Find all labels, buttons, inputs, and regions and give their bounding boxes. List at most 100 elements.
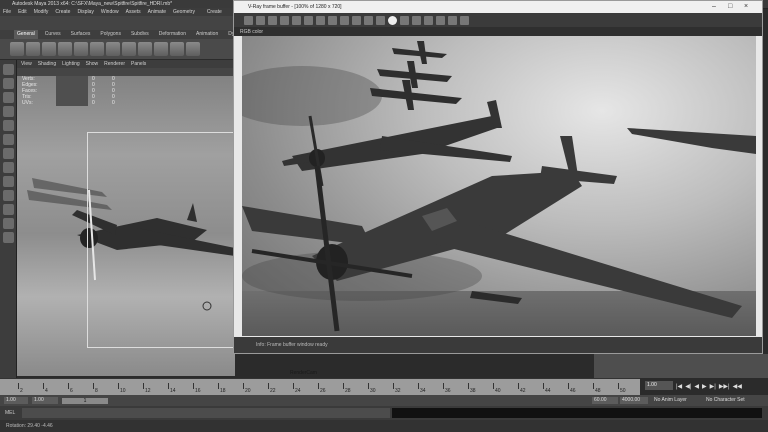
go-to-end-icon[interactable]: ▶▶| — [719, 383, 730, 390]
lasso-tool-icon[interactable] — [2, 78, 14, 89]
range-slider-handle[interactable]: 1 — [62, 398, 108, 404]
vp-menu-panels[interactable]: Panels — [131, 60, 146, 68]
channel-box-panel[interactable] — [594, 354, 768, 378]
rotate-tool-icon[interactable] — [2, 120, 14, 131]
step-back-key-icon[interactable]: ◀| — [685, 383, 691, 390]
minimize-icon[interactable]: – — [712, 3, 716, 10]
vp-menu-shading[interactable]: Shading — [38, 60, 56, 68]
red-channel-icon[interactable] — [244, 15, 253, 25]
blue-channel-icon[interactable] — [268, 15, 277, 25]
timeline-tick-label: 2 — [20, 388, 23, 394]
paint-select-icon[interactable] — [2, 92, 14, 103]
shelf-tab-surfaces[interactable]: Surfaces — [68, 30, 94, 39]
shelf-tab-deformation[interactable]: Deformation — [156, 30, 189, 39]
mel-label[interactable]: MEL — [5, 410, 15, 416]
load-image-icon[interactable] — [316, 15, 325, 25]
shelf-tool-icon[interactable] — [106, 42, 120, 56]
character-set-label[interactable]: No Character Set — [704, 397, 766, 404]
shelf-tool-icon[interactable] — [26, 42, 40, 56]
close-icon[interactable]: × — [744, 3, 748, 10]
shelf-tool-icon[interactable] — [42, 42, 56, 56]
shelf-tab-general[interactable]: General — [14, 30, 38, 39]
range-slider-bar: 1.00 1.00 60.00 4000.00 No Anim Layer No… — [0, 395, 768, 406]
timeline-tick-label: 8 — [95, 388, 98, 394]
shelf-tab-animation[interactable]: Animation — [193, 30, 221, 39]
timeline-tick — [593, 383, 594, 389]
range-end-field[interactable]: 4000.00 — [620, 397, 648, 404]
shelf-tool-icon[interactable] — [90, 42, 104, 56]
timeline-tick-label: 4 — [45, 388, 48, 394]
shelf-tool-icon[interactable] — [58, 42, 72, 56]
shelf-tool-icon[interactable] — [10, 42, 24, 56]
timeline-tick-label: 6 — [70, 388, 73, 394]
vp-menu-renderer[interactable]: Renderer — [104, 60, 125, 68]
viewport-toolbar[interactable] — [17, 68, 235, 76]
alpha-channel-icon[interactable] — [280, 15, 289, 25]
play-forwards-icon[interactable]: ▶ — [702, 383, 707, 390]
menu-geometry-cache[interactable]: Geometry Cache — [173, 8, 200, 23]
history-icon[interactable] — [448, 15, 457, 25]
menu-display[interactable]: Display — [77, 8, 93, 16]
shelf-tool-icon[interactable] — [122, 42, 136, 56]
green-channel-icon[interactable] — [256, 15, 265, 25]
rendered-image[interactable] — [242, 36, 756, 336]
step-back-frame-icon[interactable]: ◀◀ — [733, 383, 742, 390]
current-frame-field[interactable]: 1.00 — [645, 381, 673, 390]
play-backwards-icon[interactable]: ◀ — [694, 383, 699, 390]
menu-create[interactable]: Create — [55, 8, 70, 16]
menu-create-deformers[interactable]: Create Deformers — [207, 8, 235, 23]
vp-menu-view[interactable]: View — [21, 60, 32, 68]
render-icon[interactable] — [388, 15, 397, 25]
menu-file[interactable]: File — [3, 8, 11, 16]
command-input[interactable] — [22, 408, 390, 418]
linked-icon[interactable] — [376, 15, 385, 25]
menu-animate[interactable]: Animate — [148, 8, 166, 16]
menu-edit[interactable]: Edit — [18, 8, 27, 16]
shelf-tool-icon[interactable] — [154, 42, 168, 56]
manipulator-icon[interactable] — [2, 148, 14, 159]
clear-image-icon[interactable] — [328, 15, 337, 25]
maximize-icon[interactable]: □ — [728, 3, 732, 10]
menu-assets[interactable]: Assets — [126, 8, 141, 16]
range-inner-end-field[interactable]: 60.00 — [592, 397, 618, 404]
menu-window[interactable]: Window — [101, 8, 119, 16]
layout-outliner-icon[interactable] — [2, 204, 14, 215]
shelf-tab-curves[interactable]: Curves — [42, 30, 64, 39]
settings-icon[interactable] — [460, 15, 469, 25]
layout-single-icon[interactable] — [2, 176, 14, 187]
menu-modify[interactable]: Modify — [34, 8, 49, 16]
vp-menu-show[interactable]: Show — [86, 60, 99, 68]
time-slider[interactable]: 2 4 6 8 10 12 14 16 18 20 22 24 26 28 30… — [0, 378, 640, 396]
vp-menu-lighting[interactable]: Lighting — [62, 60, 80, 68]
last-tool-icon[interactable] — [2, 162, 14, 173]
lut-icon[interactable] — [424, 15, 433, 25]
shelf-tool-icon[interactable] — [138, 42, 152, 56]
anim-layer-label[interactable]: No Anim Layer — [652, 397, 702, 404]
shelf-tool-icon[interactable] — [170, 42, 184, 56]
save-image-icon[interactable] — [304, 15, 313, 25]
track-mouse-icon[interactable] — [352, 15, 361, 25]
channel-selector[interactable]: RGB color — [234, 27, 762, 36]
select-tool-icon[interactable] — [2, 64, 14, 75]
mono-icon[interactable] — [292, 15, 301, 25]
shelf-tool-icon[interactable] — [186, 42, 200, 56]
duplicate-icon[interactable] — [340, 15, 349, 25]
exposure-icon[interactable] — [412, 15, 421, 25]
shelf-tool-icon[interactable] — [74, 42, 88, 56]
step-forward-key-icon[interactable]: ▶| — [710, 383, 716, 390]
color-correction-icon[interactable] — [400, 15, 409, 25]
stop-icon[interactable] — [436, 15, 445, 25]
go-to-start-icon[interactable]: |◀ — [676, 383, 682, 390]
move-tool-icon[interactable] — [2, 106, 14, 117]
layout-hypershade-icon[interactable] — [2, 232, 14, 243]
status-line[interactable] — [0, 16, 235, 31]
layout-four-icon[interactable] — [2, 190, 14, 201]
shelf-tab-polygons[interactable]: Polygons — [97, 30, 124, 39]
range-start-field[interactable]: 1.00 — [4, 397, 28, 404]
edge-plane — [627, 128, 756, 154]
region-render-icon[interactable] — [364, 15, 373, 25]
shelf-tab-subdivs[interactable]: Subdivs — [128, 30, 152, 39]
scale-tool-icon[interactable] — [2, 134, 14, 145]
range-inner-start-field[interactable]: 1.00 — [32, 397, 58, 404]
layout-graph-icon[interactable] — [2, 218, 14, 229]
